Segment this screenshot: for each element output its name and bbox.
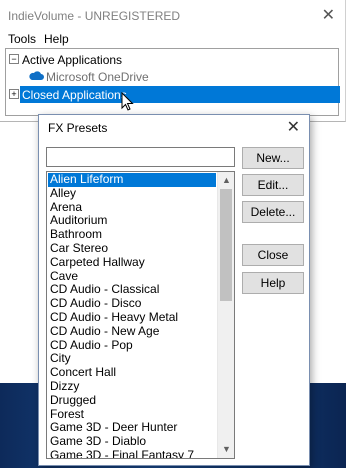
preset-list-item[interactable]: Forest	[48, 407, 216, 422]
preset-list-item[interactable]: Bathroom	[48, 227, 216, 242]
tree-label-onedrive: Microsoft OneDrive	[46, 70, 149, 84]
preset-list-item[interactable]: CD Audio - New Age	[48, 324, 216, 339]
preset-list-item[interactable]: Dizzy	[48, 379, 216, 394]
presets-scrollbar[interactable]: ▲ ▼	[217, 172, 234, 458]
preset-list-item[interactable]: Cave	[48, 269, 216, 284]
menu-help[interactable]: Help	[44, 32, 69, 46]
preset-list-item[interactable]: Alley	[48, 186, 216, 201]
preset-list-item[interactable]: CD Audio - Classical	[48, 283, 216, 297]
preset-list-item[interactable]: Car Stereo	[48, 241, 216, 256]
edit-button[interactable]: Edit...	[242, 174, 304, 196]
close-button[interactable]: Close	[242, 244, 304, 266]
applications-tree[interactable]: − Active Applications Microsoft OneDrive…	[5, 48, 340, 116]
tree-node-onedrive[interactable]: Microsoft OneDrive	[6, 68, 338, 85]
dialog-close-icon[interactable]: ✕	[287, 117, 300, 137]
onedrive-cloud-icon	[29, 71, 44, 80]
preset-list-item[interactable]: Game 3D - Final Fantasy 7	[48, 448, 216, 458]
menu-tools[interactable]: Tools	[8, 32, 36, 46]
scroll-up-icon[interactable]: ▲	[218, 172, 234, 189]
preset-list-item[interactable]: Concert Hall	[48, 365, 216, 380]
tree-label-closed: Closed Applications	[22, 88, 127, 102]
menu-bar: Tools Help	[0, 30, 345, 48]
scroll-down-icon[interactable]: ▼	[218, 441, 234, 458]
presets-list: Alien Lifeform Alley Arena Auditorium Bathro…	[48, 172, 216, 458]
preset-list-item[interactable]: Carpeted Hallway	[48, 255, 216, 270]
collapse-icon[interactable]: −	[9, 54, 19, 64]
window-close-button[interactable]: ✕	[322, 5, 335, 25]
window-title: IndieVolume - UNREGISTERED	[8, 9, 181, 23]
expand-icon[interactable]: +	[9, 89, 19, 99]
preset-list-item[interactable]: Drugged	[48, 393, 216, 408]
preset-name-input[interactable]	[46, 147, 235, 167]
dialog-title: FX Presets	[48, 121, 108, 135]
tree-node-closed-applications[interactable]: + Closed Applications	[6, 86, 340, 103]
tree-label-active: Active Applications	[22, 53, 123, 67]
delete-button[interactable]: Delete...	[242, 201, 304, 223]
help-button[interactable]: Help	[242, 272, 304, 294]
title-bar[interactable]: IndieVolume - UNREGISTERED ✕	[0, 0, 345, 30]
presets-listbox[interactable]: Alien Lifeform Alley Arena Auditorium Bathro…	[46, 171, 235, 459]
preset-list-item[interactable]: Alien Lifeform	[48, 172, 216, 187]
preset-list-item[interactable]: CD Audio - Disco	[48, 296, 216, 311]
indievolume-window: IndieVolume - UNREGISTERED ✕ Tools Help …	[0, 0, 346, 122]
preset-list-item[interactable]: Arena	[48, 200, 216, 215]
preset-list-item[interactable]: CD Audio - Pop	[48, 338, 216, 353]
scroll-thumb[interactable]	[220, 189, 232, 301]
fx-presets-dialog: FX Presets ✕ Alien Lifeform Alley Arena Aud…	[38, 114, 310, 466]
preset-list-item[interactable]: City	[48, 352, 216, 366]
new-button[interactable]: New...	[242, 147, 304, 169]
preset-list-item[interactable]: Game 3D - Deer Hunter	[48, 421, 216, 435]
mouse-pointer-icon	[121, 92, 134, 111]
preset-list-item[interactable]: CD Audio - Heavy Metal	[48, 310, 216, 325]
tree-node-active-applications[interactable]: − Active Applications	[6, 51, 338, 68]
preset-list-item[interactable]: Game 3D - Diablo	[48, 434, 216, 449]
preset-list-item[interactable]: Auditorium	[48, 214, 216, 228]
